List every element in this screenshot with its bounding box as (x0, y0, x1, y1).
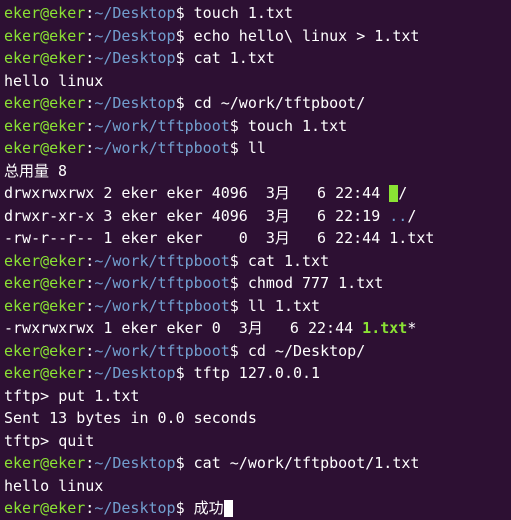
host: eker (49, 4, 85, 22)
ls-line: drwxrwxrwx 2 eker eker 4096 3月 6 22:44 / (4, 182, 507, 205)
ls-line: -rwxrwxrwx 1 eker eker 0 3月 6 22:44 1.tx… (4, 317, 507, 340)
cmd-line: eker@eker:~/Desktop$ 成功 (4, 497, 507, 520)
command: cat ~/work/tftpboot/1.txt (194, 454, 420, 472)
command: echo hello\ linux > 1.txt (194, 27, 420, 45)
cmd-line: eker@eker:~/Desktop$ cat ~/work/tftpboot… (4, 452, 507, 475)
output-line: 总用量 8 (4, 160, 507, 183)
cmd-line: eker@eker:~/work/tftpboot$ cd ~/Desktop/ (4, 340, 507, 363)
command: touch 1.txt (248, 117, 347, 135)
colon: : (85, 4, 94, 22)
tftp-prompt: tftp> (4, 432, 58, 450)
ls-line: drwxr-xr-x 3 eker eker 4096 3月 6 22:19 .… (4, 205, 507, 228)
cmd-line: eker@eker:~/Desktop$ echo hello\ linux >… (4, 25, 507, 48)
terminal[interactable]: eker@eker:~/Desktop$ touch 1.txt eker@ek… (4, 2, 507, 520)
cmd-line: eker@eker:~/work/tftpboot$ ll (4, 137, 507, 160)
command: chmod 777 1.txt (248, 274, 383, 292)
path: ~/Desktop (94, 4, 175, 22)
dollar: $ (176, 4, 194, 22)
cmd-line: eker@eker:~/work/tftpboot$ touch 1.txt (4, 115, 507, 138)
cmd-line: eker@eker:~/work/tftpboot$ ll 1.txt (4, 295, 507, 318)
command: ll 1.txt (248, 297, 320, 315)
output-line: Sent 13 bytes in 0.0 seconds (4, 407, 507, 430)
output-line: hello linux (4, 475, 507, 498)
cmd-line: eker@eker:~/Desktop$ tftp 127.0.0.1 (4, 362, 507, 385)
command: cd ~/Desktop/ (248, 342, 365, 360)
command: cd ~/work/tftpboot/ (194, 94, 366, 112)
cmd-line: eker@eker:~/work/tftpboot$ cat 1.txt (4, 250, 507, 273)
tftp-line: tftp> quit (4, 430, 507, 453)
tftp-prompt: tftp> (4, 387, 58, 405)
command: tftp 127.0.0.1 (194, 364, 320, 382)
cursor-icon (224, 500, 233, 517)
ls-line: -rw-r--r-- 1 eker eker 0 3月 6 22:44 1.tx… (4, 227, 507, 250)
output-line: hello linux (4, 70, 507, 93)
command: 成功 (194, 499, 224, 517)
dir-name: .. (389, 207, 407, 225)
command: cat 1.txt (248, 252, 329, 270)
command: ll (248, 139, 266, 157)
command: cat 1.txt (194, 49, 275, 67)
tftp-command: quit (58, 432, 94, 450)
cmd-line: eker@eker:~/work/tftpboot$ chmod 777 1.t… (4, 272, 507, 295)
tftp-command: put 1.txt (58, 387, 139, 405)
tftp-line: tftp> put 1.txt (4, 385, 507, 408)
cmd-line: eker@eker:~/Desktop$ cat 1.txt (4, 47, 507, 70)
user: eker (4, 4, 40, 22)
cmd-line: eker@eker:~/Desktop$ touch 1.txt (4, 2, 507, 25)
command: touch 1.txt (194, 4, 293, 22)
cmd-line: eker@eker:~/Desktop$ cd ~/work/tftpboot/ (4, 92, 507, 115)
cursor-icon (389, 185, 398, 202)
exec-file: 1.txt (362, 319, 407, 337)
at-sign: @ (40, 4, 49, 22)
